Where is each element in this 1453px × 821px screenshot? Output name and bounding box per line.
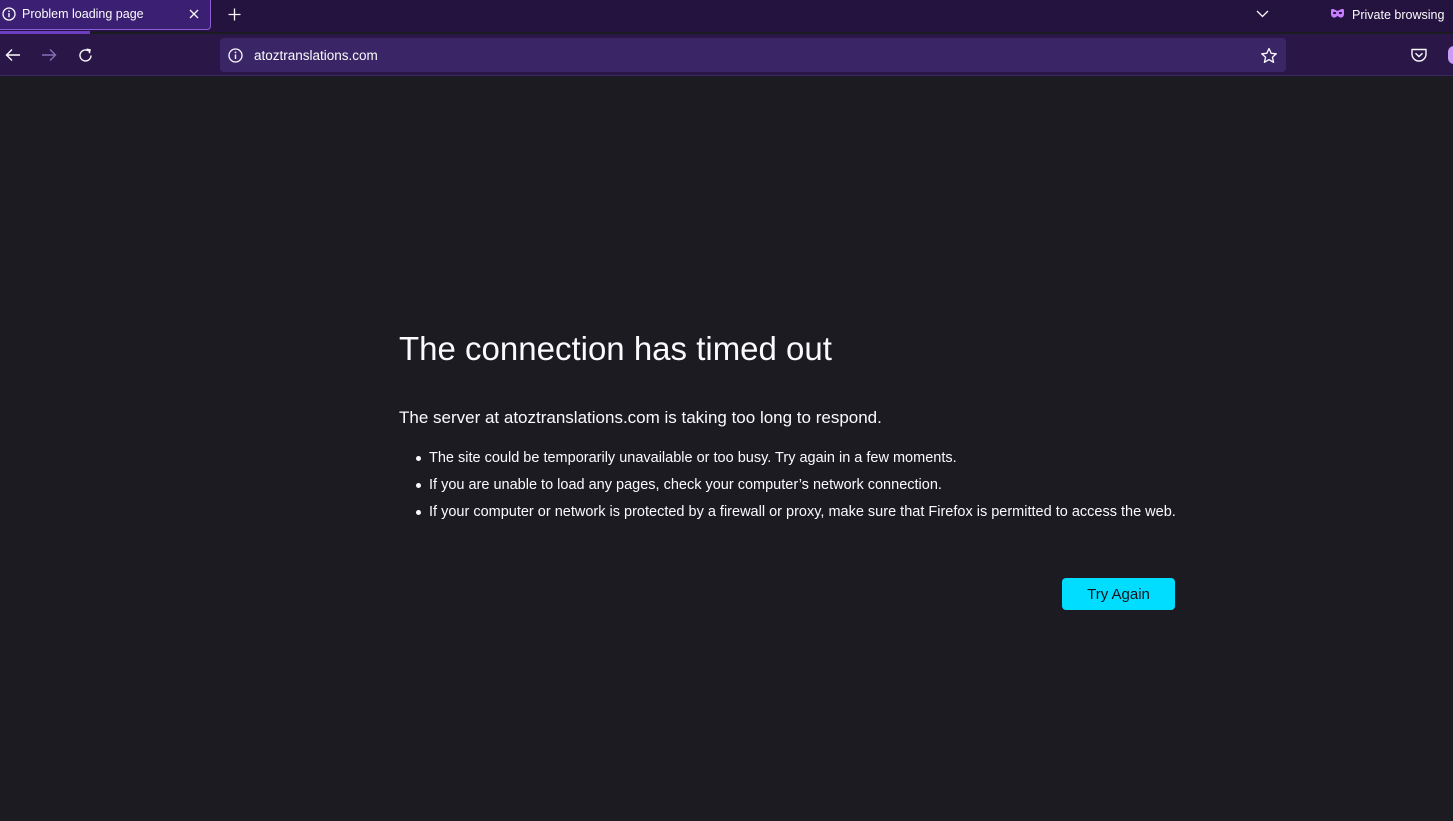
tab-strip: Problem loading page Private browsing	[0, 0, 1453, 34]
list-item: The site could be temporarily unavailabl…	[416, 448, 1219, 468]
list-item: If your computer or network is protected…	[416, 502, 1219, 522]
info-icon	[2, 7, 16, 21]
page-title: The connection has timed out	[399, 330, 832, 367]
info-icon[interactable]	[228, 48, 243, 63]
chevron-down-icon[interactable]	[1252, 5, 1272, 23]
forward-arrow-icon[interactable]	[37, 43, 61, 67]
private-mask-icon	[1330, 6, 1345, 24]
url-bar[interactable]	[220, 38, 1286, 72]
tab-title: Problem loading page	[22, 7, 144, 21]
private-browsing-label: Private browsing	[1352, 8, 1445, 22]
back-arrow-icon[interactable]	[1, 43, 25, 67]
reload-icon[interactable]	[73, 43, 97, 67]
error-description: The server at atoztranslations.com is ta…	[399, 408, 882, 427]
url-input[interactable]	[254, 48, 1154, 63]
pocket-icon[interactable]	[1410, 46, 1428, 64]
error-suggestions: The site could be temporarily unavailabl…	[399, 448, 1219, 529]
plus-icon[interactable]	[224, 4, 244, 24]
list-item: If you are unable to load any pages, che…	[416, 475, 1219, 495]
star-icon[interactable]	[1260, 47, 1278, 65]
nav-bar	[0, 34, 1453, 76]
try-again-button[interactable]: Try Again	[1062, 578, 1175, 610]
tab-problem-loading[interactable]: Problem loading page	[0, 0, 211, 30]
close-icon[interactable]	[186, 6, 202, 22]
private-browsing-indicator: Private browsing	[1330, 6, 1444, 24]
account-avatar[interactable]	[1448, 46, 1453, 64]
